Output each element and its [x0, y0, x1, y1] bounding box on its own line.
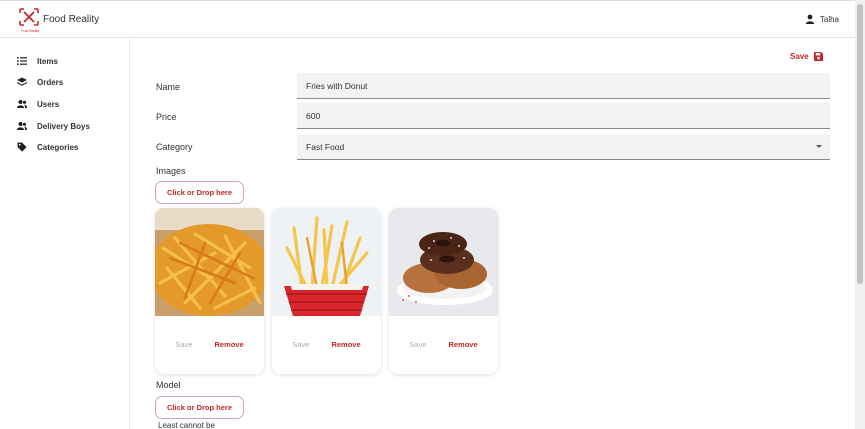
list-icon — [17, 57, 27, 65]
save-label: Save — [790, 52, 809, 61]
logo-caption: Food Reality — [21, 29, 39, 33]
sidebar: Items Orders Users Delivery Boys Categor… — [0, 38, 130, 429]
tag-icon — [17, 142, 27, 152]
scrollbar[interactable] — [855, 0, 865, 429]
image-remove-button[interactable]: Remove — [331, 340, 360, 349]
food-reality-logo[interactable]: Food Reality — [18, 7, 40, 33]
users-icon — [17, 100, 27, 108]
sidebar-item-orders[interactable]: Orders — [17, 75, 63, 89]
category-label: Category — [156, 142, 193, 152]
model-drop-zone[interactable]: Click or Drop here — [155, 396, 244, 419]
price-value: 600 — [306, 110, 321, 121]
image-card: Save Remove — [155, 208, 264, 374]
image-card: Save Remove — [272, 208, 381, 374]
brand-title: Food Reality — [43, 14, 100, 25]
layers-icon — [17, 77, 27, 86]
category-value: Fast Food — [306, 141, 345, 152]
name-input[interactable]: Fries with Donut — [297, 73, 830, 99]
donuts-photo — [389, 208, 498, 316]
sidebar-item-categories[interactable]: Categories — [17, 140, 78, 154]
price-label: Price — [156, 112, 177, 122]
caret-down-icon — [816, 145, 822, 148]
sidebar-item-label: Orders — [37, 77, 64, 87]
sidebar-item-label: Users — [37, 99, 60, 109]
sidebar-item-label: Categories — [37, 142, 79, 152]
user-menu[interactable]: Talha — [805, 14, 839, 24]
sidebar-item-delivery-boys[interactable]: Delivery Boys — [17, 119, 90, 133]
scrollbar-thumb[interactable] — [857, 4, 863, 284]
sidebar-item-label: Items — [37, 56, 58, 66]
model-drop-label: Click or Drop here — [166, 403, 233, 412]
name-value: Fries with Donut — [306, 80, 368, 91]
name-label: Name — [156, 82, 181, 92]
image-save-button[interactable]: Save — [175, 340, 192, 349]
sidebar-item-users[interactable]: Users — [17, 97, 59, 111]
save-button[interactable]: Save — [790, 52, 823, 61]
images-label: Images — [156, 166, 186, 176]
category-select[interactable]: Fast Food — [297, 134, 830, 160]
users-icon — [17, 122, 27, 130]
model-hint-text: Least cannot be — [158, 421, 215, 429]
fries-basket-photo — [272, 208, 381, 316]
user-icon — [805, 14, 815, 24]
price-input[interactable]: 600 — [297, 103, 830, 129]
drop-label: Click or Drop here — [166, 188, 233, 197]
image-save-button[interactable]: Save — [292, 340, 309, 349]
user-name: Talha — [819, 14, 839, 24]
image-remove-button[interactable]: Remove — [448, 340, 477, 349]
image-card-actions: Save Remove — [155, 340, 264, 349]
image-save-button[interactable]: Save — [409, 340, 426, 349]
sidebar-item-label: Delivery Boys — [37, 121, 90, 131]
images-drop-zone[interactable]: Click or Drop here — [155, 181, 244, 204]
top-bar: Food Reality Food Reality Talha — [0, 0, 855, 38]
sidebar-item-items[interactable]: Items — [17, 54, 58, 68]
fries-photo — [155, 208, 264, 316]
image-card-actions: Save Remove — [389, 340, 498, 349]
image-card-actions: Save Remove — [272, 340, 381, 349]
floppy-disk-icon — [813, 52, 823, 61]
image-remove-button[interactable]: Remove — [214, 340, 243, 349]
model-label: Model — [156, 380, 181, 390]
image-card: Save Remove — [389, 208, 498, 374]
